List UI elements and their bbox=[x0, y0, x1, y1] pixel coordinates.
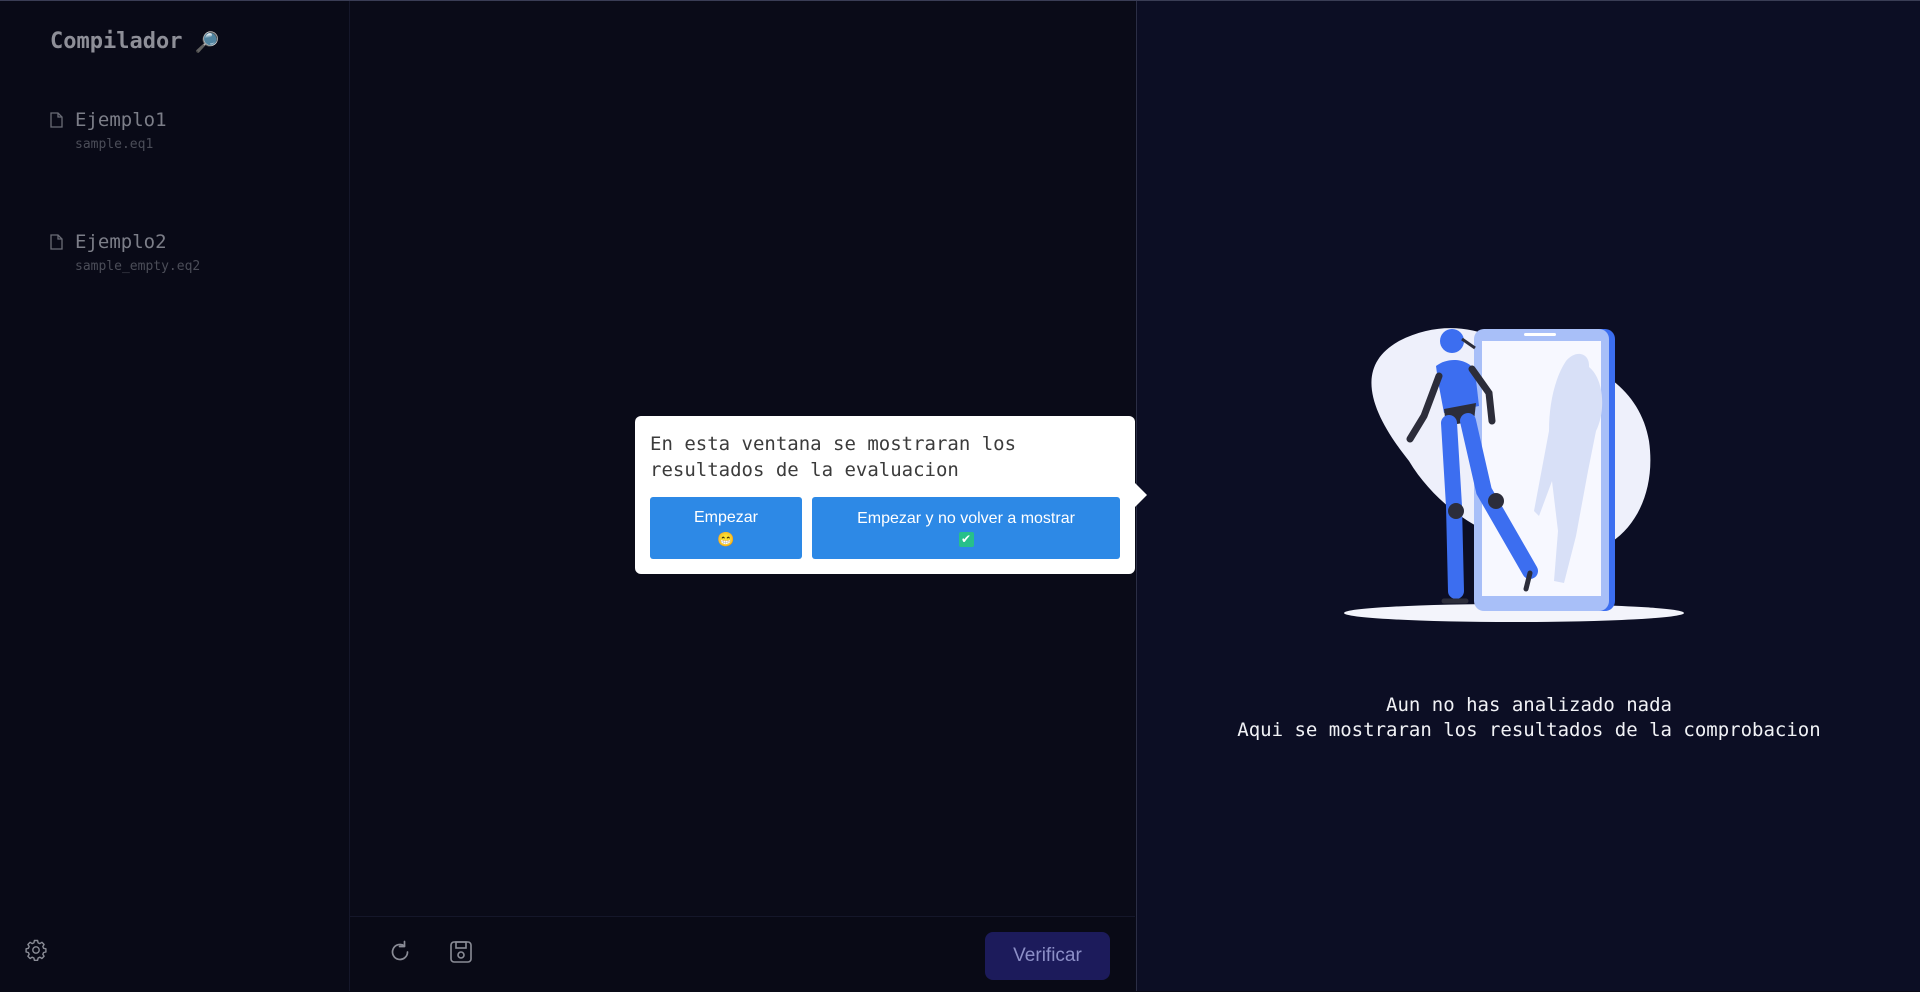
empty-state-line2: Aqui se mostraran los resultados de la c… bbox=[1237, 719, 1821, 741]
file-filename: sample.eq1 bbox=[75, 137, 154, 152]
sidebar: Compilador 🔎 Ejemplo1 sample.eq1 Ejemplo… bbox=[0, 1, 350, 991]
file-filename: sample_empty.eq2 bbox=[75, 259, 201, 274]
app-title: Compilador 🔎 bbox=[50, 29, 219, 54]
popover-buttons: Empezar 😁 Empezar y no volver a mostrar … bbox=[650, 497, 1120, 559]
verify-button[interactable]: Verificar bbox=[985, 932, 1110, 980]
start-button[interactable]: Empezar 😁 bbox=[650, 497, 802, 559]
sidebar-file-ejemplo1[interactable]: Ejemplo1 sample.eq1 bbox=[50, 109, 167, 152]
file-name: Ejemplo1 bbox=[75, 109, 167, 131]
popover-arrow bbox=[1135, 483, 1147, 507]
editor-toolbar: Verificar bbox=[350, 916, 1135, 992]
tour-popover: En esta ventana se mostraran los resulta… bbox=[635, 416, 1147, 574]
empty-state-line1: Aun no has analizado nada bbox=[1386, 694, 1672, 716]
start-no-show-button[interactable]: Empezar y no volver a mostrar ✔ bbox=[812, 497, 1120, 559]
app-title-text: Compilador bbox=[50, 29, 183, 54]
sidebar-file-ejemplo2[interactable]: Ejemplo2 sample_empty.eq2 bbox=[50, 231, 200, 274]
refresh-icon[interactable] bbox=[387, 939, 413, 965]
file-icon bbox=[50, 234, 63, 250]
results-panel: Aun no has analizado nada Aqui se mostra… bbox=[1136, 1, 1920, 991]
robot-phone-illustration bbox=[1344, 328, 1684, 622]
gear-icon[interactable] bbox=[24, 938, 48, 962]
file-name: Ejemplo2 bbox=[75, 231, 167, 253]
start-button-label: Empezar bbox=[693, 509, 759, 526]
file-icon bbox=[50, 112, 63, 128]
magnifier-icon: 🔎 bbox=[194, 29, 220, 54]
start-no-show-button-label: Empezar y no volver a mostrar bbox=[857, 509, 1075, 527]
grin-emoji-icon: 😁 bbox=[717, 531, 735, 547]
save-icon[interactable] bbox=[448, 939, 474, 965]
empty-state-message: Aun no has analizado nada Aqui se mostra… bbox=[1137, 693, 1920, 743]
popover-text: En esta ventana se mostraran los resulta… bbox=[650, 433, 1017, 481]
check-mark-icon: ✔ bbox=[958, 531, 974, 547]
